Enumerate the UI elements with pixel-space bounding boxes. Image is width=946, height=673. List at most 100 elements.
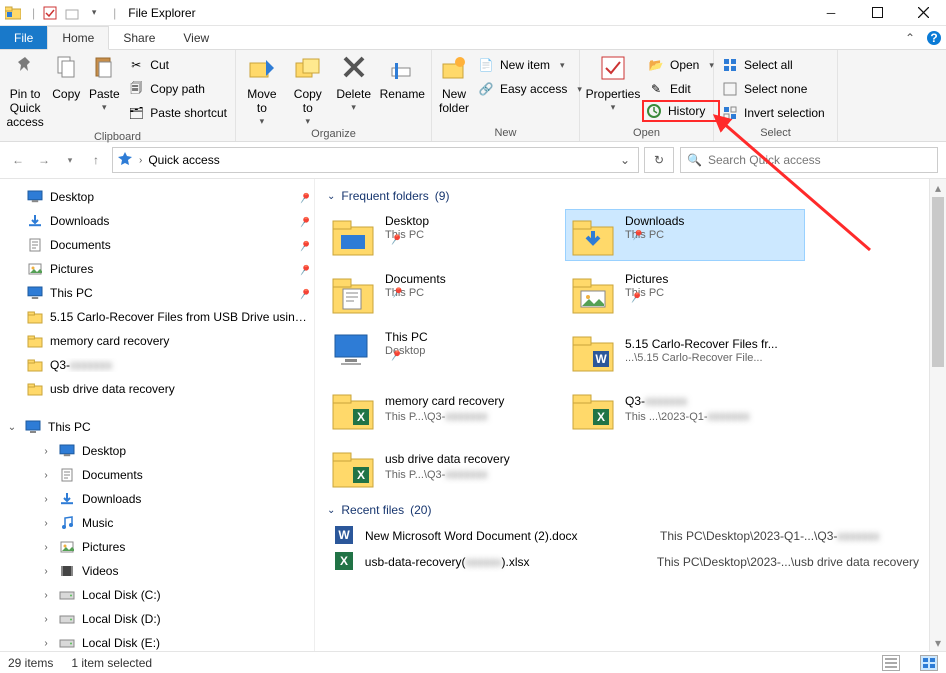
delete-button[interactable]: Delete▾ bbox=[332, 52, 376, 112]
rename-button[interactable]: Rename bbox=[378, 52, 427, 102]
group-header-recent[interactable]: ⌄ Recent files (20) bbox=[325, 493, 919, 523]
sidebar-item-documents[interactable]: Documents📍 bbox=[0, 233, 314, 257]
svg-text:X: X bbox=[357, 410, 365, 424]
downloads-folder-icon bbox=[571, 213, 615, 257]
copy-path-button[interactable]: 🗐Copy path bbox=[124, 78, 231, 100]
pictures-icon bbox=[58, 538, 76, 556]
tab-file[interactable]: File bbox=[0, 26, 47, 49]
recent-file[interactable]: WNew Microsoft Word Document (2).docxThi… bbox=[325, 523, 919, 549]
svg-text:W: W bbox=[338, 528, 350, 542]
sidebar-item-desktop[interactable]: ›Desktop bbox=[0, 439, 314, 463]
new-item-button[interactable]: 📄New item▾ bbox=[474, 54, 586, 76]
sidebar-item-downloads[interactable]: ›Downloads bbox=[0, 487, 314, 511]
group-header-frequent[interactable]: ⌄ Frequent folders (9) bbox=[325, 179, 919, 209]
easy-access-button[interactable]: 🔗Easy access▾ bbox=[474, 78, 586, 100]
tab-share[interactable]: Share bbox=[109, 26, 169, 49]
tile-desktop[interactable]: DesktopThis PC📍 bbox=[325, 209, 565, 261]
tree-this-pc[interactable]: ⌄ This PC bbox=[0, 415, 314, 439]
tile-5-15-carlo-recover-files[interactable]: W5.15 Carlo-Recover Files fr......\5.15 … bbox=[565, 325, 805, 377]
sidebar-item-videos[interactable]: ›Videos bbox=[0, 559, 314, 583]
sidebar-item-desktop[interactable]: Desktop📍 bbox=[0, 185, 314, 209]
qat-properties-icon[interactable] bbox=[41, 4, 59, 22]
sidebar-item-this-pc[interactable]: This PC📍 bbox=[0, 281, 314, 305]
vertical-scrollbar[interactable]: ▴ ▾ bbox=[929, 179, 946, 651]
qat-customize-icon[interactable]: ▾ bbox=[85, 4, 103, 22]
copy-button[interactable]: Copy bbox=[48, 52, 84, 102]
easy-access-icon: 🔗 bbox=[478, 81, 494, 97]
history-button[interactable]: History bbox=[642, 100, 720, 122]
tab-view[interactable]: View bbox=[169, 26, 223, 49]
recent-locations-button[interactable]: ▾ bbox=[60, 150, 80, 170]
sidebar-item-documents[interactable]: ›Documents bbox=[0, 463, 314, 487]
paste-button[interactable]: Paste▾ bbox=[86, 52, 122, 112]
maximize-button[interactable] bbox=[854, 0, 900, 26]
history-icon bbox=[646, 103, 662, 119]
new-item-icon: 📄 bbox=[478, 57, 494, 73]
tile-memory-card-recovery[interactable]: Xmemory card recoveryThis P...\Q3-xxxxxx… bbox=[325, 383, 565, 435]
content-pane[interactable]: ⌄ Frequent folders (9) DesktopThis PC📍Do… bbox=[315, 179, 929, 651]
details-view-button[interactable] bbox=[882, 655, 900, 671]
tile-this-pc[interactable]: This PCDesktop📍 bbox=[325, 325, 565, 377]
tile-pictures[interactable]: PicturesThis PC📍 bbox=[565, 267, 805, 319]
forward-button[interactable]: → bbox=[34, 150, 54, 170]
sidebar-item-memory-card-recovery[interactable]: memory card recovery bbox=[0, 329, 314, 353]
close-button[interactable] bbox=[900, 0, 946, 26]
nav-row: ← → ▾ ↑ › Quick access ⌄ ↻ 🔍 Search Quic… bbox=[0, 142, 946, 178]
edit-button[interactable]: ✎Edit bbox=[644, 78, 718, 100]
move-to-button[interactable]: Move to▾ bbox=[240, 52, 284, 126]
tab-home[interactable]: Home bbox=[47, 26, 109, 50]
pictures-icon bbox=[26, 260, 44, 278]
paste-shortcut-button[interactable]: 🗂Paste shortcut bbox=[124, 102, 231, 124]
svg-text:X: X bbox=[357, 468, 365, 482]
copy-to-button[interactable]: Copy to▾ bbox=[286, 52, 330, 126]
refresh-button[interactable]: ↻ bbox=[644, 147, 674, 173]
sidebar-item-5-15-carlo-recover-files[interactable]: 5.15 Carlo-Recover Files from USB Drive … bbox=[0, 305, 314, 329]
sidebar-item-q3-[interactable]: Q3-xxxxxxx bbox=[0, 353, 314, 377]
disk-icon bbox=[58, 586, 76, 604]
sidebar-item-pictures[interactable]: Pictures📍 bbox=[0, 257, 314, 281]
help-icon[interactable]: ? bbox=[922, 26, 946, 49]
new-folder-button[interactable]: New folder bbox=[436, 52, 472, 116]
sidebar-item-downloads[interactable]: Downloads📍 bbox=[0, 209, 314, 233]
address-bar[interactable]: › Quick access ⌄ bbox=[112, 147, 639, 173]
group-clipboard: Pin to Quick access Copy Paste▾ ✂Cut 🗐Co… bbox=[0, 50, 236, 141]
navigation-pane[interactable]: Desktop📍Downloads📍Documents📍Pictures📍Thi… bbox=[0, 179, 315, 651]
breadcrumb[interactable]: Quick access bbox=[148, 153, 219, 167]
folder-icon bbox=[26, 308, 44, 326]
sidebar-item-pictures[interactable]: ›Pictures bbox=[0, 535, 314, 559]
sidebar-item-local-disk-c-[interactable]: ›Local Disk (C:) bbox=[0, 583, 314, 607]
properties-button[interactable]: Properties▾ bbox=[584, 52, 642, 112]
cut-button[interactable]: ✂Cut bbox=[124, 54, 231, 76]
tile-downloads[interactable]: DownloadsThis PC📍 bbox=[565, 209, 805, 261]
tile-usb-drive-data-recovery[interactable]: Xusb drive data recoveryThis P...\Q3-xxx… bbox=[325, 441, 565, 493]
address-dropdown-icon[interactable]: ⌄ bbox=[620, 153, 634, 167]
downloads-icon bbox=[26, 212, 44, 230]
ribbon-tabs: File Home Share View ⌃ ? bbox=[0, 26, 946, 50]
folder-icon bbox=[26, 380, 44, 398]
sidebar-item-local-disk-d-[interactable]: ›Local Disk (D:) bbox=[0, 607, 314, 631]
collapse-ribbon-icon[interactable]: ⌃ bbox=[898, 26, 922, 49]
sidebar-item-music[interactable]: ›Music bbox=[0, 511, 314, 535]
minimize-button[interactable]: ─ bbox=[808, 0, 854, 26]
documents-folder-icon bbox=[331, 271, 375, 315]
invert-selection-button[interactable]: Invert selection bbox=[718, 102, 829, 124]
up-button[interactable]: ↑ bbox=[86, 150, 106, 170]
select-all-button[interactable]: Select all bbox=[718, 54, 829, 76]
search-box[interactable]: 🔍 Search Quick access bbox=[680, 147, 938, 173]
svg-text:X: X bbox=[597, 410, 605, 424]
back-button[interactable]: ← bbox=[8, 150, 28, 170]
sidebar-item-usb-drive-data-recovery[interactable]: usb drive data recovery bbox=[0, 377, 314, 401]
qat-new-folder-icon[interactable] bbox=[63, 4, 81, 22]
folder-excel-icon: X bbox=[331, 387, 375, 431]
recent-file[interactable]: Xusb-data-recovery(xxxxxx).xlsxThis PC\D… bbox=[325, 549, 919, 575]
tile-q3-[interactable]: XQ3-xxxxxxxThis ...\2023-Q1-xxxxxxx bbox=[565, 383, 805, 435]
tiles-view-button[interactable] bbox=[920, 655, 938, 671]
chevron-down-icon: ⌄ bbox=[327, 191, 335, 202]
pin-to-quick-access-button[interactable]: Pin to Quick access bbox=[4, 52, 46, 129]
disk-icon bbox=[58, 634, 76, 651]
tile-documents[interactable]: DocumentsThis PC📍 bbox=[325, 267, 565, 319]
quick-access-star-icon bbox=[117, 151, 133, 170]
sidebar-item-local-disk-e-[interactable]: ›Local Disk (E:) bbox=[0, 631, 314, 651]
open-button[interactable]: 📂Open▾ bbox=[644, 54, 718, 76]
select-none-button[interactable]: Select none bbox=[718, 78, 829, 100]
